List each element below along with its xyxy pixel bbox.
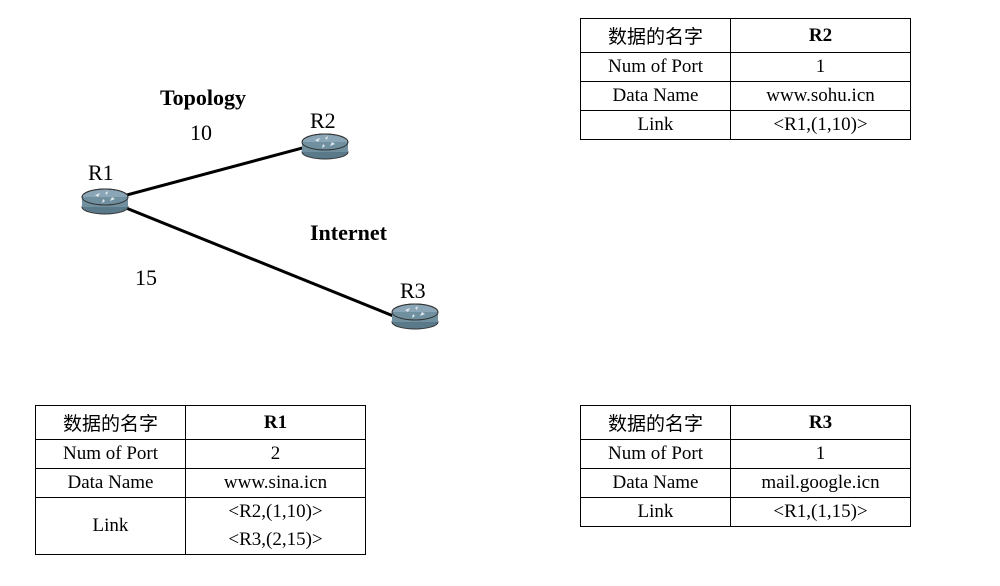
value-dataname-r1: www.sina.icn — [186, 469, 366, 498]
table-row: 数据的名字 R1 — [36, 406, 366, 440]
row-label-dataname: Data Name — [581, 469, 731, 498]
row-label-link: Link — [581, 111, 731, 140]
table-row: Data Name www.sina.icn — [36, 469, 366, 498]
table-row: Num of Port 2 — [36, 440, 366, 469]
value-link-r2: <R1,(1,10)> — [731, 111, 911, 140]
value-link-r1-2: <R3,(2,15)> — [186, 526, 366, 555]
value-link-r3: <R1,(1,15)> — [731, 498, 911, 527]
link-weight-r1r2: 10 — [190, 120, 212, 146]
table-row: Link <R1,(1,10)> — [581, 111, 911, 140]
row-label-link: Link — [36, 498, 186, 555]
row-label-dataname: Data Name — [581, 82, 731, 111]
table-row: Link <R1,(1,15)> — [581, 498, 911, 527]
table-r3: 数据的名字 R3 Num of Port 1 Data Name mail.go… — [580, 405, 911, 527]
link-weight-r1r3: 15 — [135, 265, 157, 291]
value-numport-r1: 2 — [186, 440, 366, 469]
header-name-label: 数据的名字 — [581, 406, 731, 440]
value-dataname-r2: www.sohu.icn — [731, 82, 911, 111]
row-label-numport: Num of Port — [581, 440, 731, 469]
table-r2: 数据的名字 R2 Num of Port 1 Data Name www.soh… — [580, 18, 911, 140]
value-dataname-r3: mail.google.icn — [731, 469, 911, 498]
table-row: 数据的名字 R2 — [581, 19, 911, 53]
table-row: Data Name mail.google.icn — [581, 469, 911, 498]
value-numport-r3: 1 — [731, 440, 911, 469]
table-row: 数据的名字 R3 — [581, 406, 911, 440]
value-numport-r2: 1 — [731, 53, 911, 82]
table-title-r3: R3 — [731, 406, 911, 440]
link-r1-r3 — [109, 200, 398, 319]
router-icon-r3 — [390, 300, 440, 330]
header-name-label: 数据的名字 — [36, 406, 186, 440]
table-row: Num of Port 1 — [581, 440, 911, 469]
table-title-r2: R2 — [731, 19, 911, 53]
header-name-label: 数据的名字 — [581, 19, 731, 53]
table-title-r1: R1 — [186, 406, 366, 440]
router-label-r1: R1 — [88, 160, 114, 186]
link-r1-r2 — [110, 144, 314, 201]
row-label-numport: Num of Port — [581, 53, 731, 82]
table-row: Num of Port 1 — [581, 53, 911, 82]
table-row: Link <R2,(1,10)> — [36, 498, 366, 527]
value-link-r1-1: <R2,(1,10)> — [186, 498, 366, 527]
row-label-dataname: Data Name — [36, 469, 186, 498]
table-r1: 数据的名字 R1 Num of Port 2 Data Name www.sin… — [35, 405, 366, 555]
router-icon-r2 — [300, 130, 350, 160]
row-label-numport: Num of Port — [36, 440, 186, 469]
topology-title: Topology — [160, 85, 246, 111]
router-icon-r1 — [80, 185, 130, 215]
internet-title: Internet — [310, 220, 387, 246]
row-label-link: Link — [581, 498, 731, 527]
table-row: Data Name www.sohu.icn — [581, 82, 911, 111]
